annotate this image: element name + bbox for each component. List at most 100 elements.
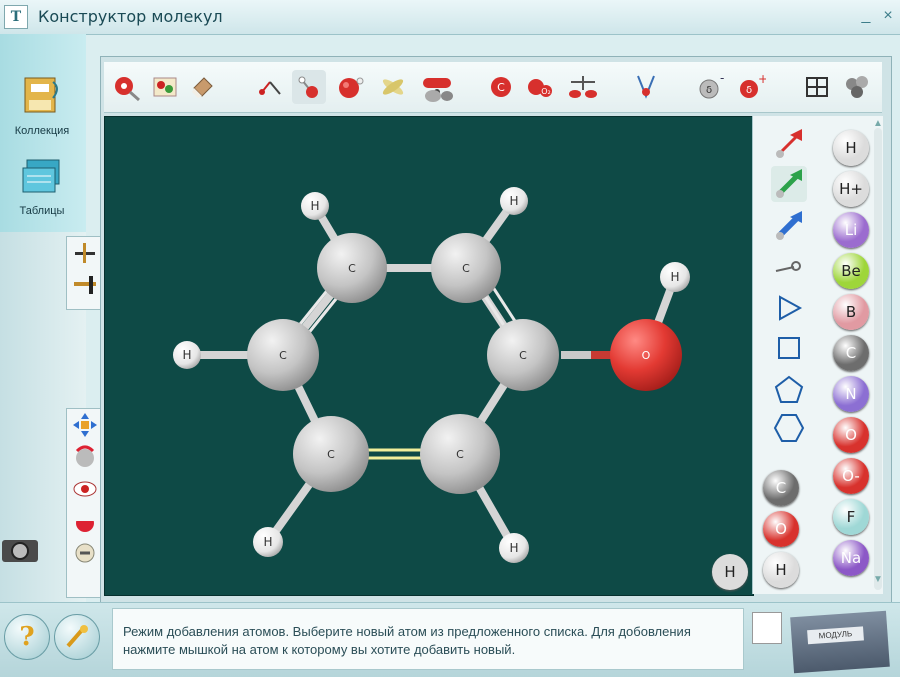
palette-atom-2[interactable]: Li bbox=[833, 212, 869, 248]
palette-atom-5[interactable]: C bbox=[833, 335, 869, 371]
ball-view-button[interactable] bbox=[67, 269, 103, 301]
sidebar-item-label: Таблицы bbox=[19, 205, 65, 217]
atom-symbol: B bbox=[845, 303, 857, 321]
triangle-ring-tool[interactable] bbox=[771, 290, 807, 326]
palette-atom-10[interactable]: Na bbox=[833, 540, 869, 576]
carbon-atom-button[interactable]: C bbox=[484, 70, 518, 104]
charge-minus-button[interactable]: δ- bbox=[694, 70, 728, 104]
bond-angle-icon bbox=[259, 81, 281, 95]
scroll-down-arrow[interactable]: ▼ bbox=[872, 574, 884, 586]
hexagon-ring-tool[interactable] bbox=[771, 410, 807, 446]
recent-atom-1[interactable]: O bbox=[763, 511, 799, 547]
move-button[interactable] bbox=[67, 409, 103, 441]
clear-tool-button[interactable] bbox=[148, 70, 182, 104]
minimize-button[interactable]: _ bbox=[856, 6, 876, 26]
palette-scrollbar[interactable] bbox=[874, 128, 882, 590]
svg-text:δ: δ bbox=[746, 85, 752, 96]
square-ring-tool[interactable] bbox=[771, 330, 807, 366]
atom-label: H bbox=[670, 270, 679, 284]
charge-minus-icon: δ- bbox=[699, 72, 724, 99]
notes-icon[interactable] bbox=[752, 612, 782, 644]
atom-label: H bbox=[263, 535, 272, 549]
collection-icon bbox=[24, 77, 58, 113]
help-button[interactable]: ? bbox=[4, 614, 50, 660]
atom-palette-panel: C O H H H+ Li Be B C N O O- F Na ▲ ▼ bbox=[752, 116, 883, 594]
atom-label: C bbox=[462, 262, 470, 275]
single-bond-icon bbox=[298, 76, 318, 98]
camera-icon[interactable] bbox=[0, 528, 40, 572]
eraser-tool-button[interactable] bbox=[186, 70, 220, 104]
pointer-red-icon bbox=[776, 129, 802, 158]
palette-atom-8[interactable]: O- bbox=[833, 458, 869, 494]
sidebar-item-label: Коллекция bbox=[14, 125, 70, 137]
atom-label: H bbox=[182, 348, 191, 362]
half-sphere-button[interactable] bbox=[67, 505, 103, 537]
atom-sphere-button[interactable] bbox=[332, 70, 366, 104]
single-bond-button[interactable] bbox=[292, 70, 326, 104]
scroll-up-arrow[interactable]: ▲ bbox=[872, 118, 884, 130]
recent-atom-0[interactable]: C bbox=[763, 470, 799, 506]
bond-link-tool[interactable] bbox=[771, 250, 807, 286]
hint-button[interactable] bbox=[54, 614, 100, 660]
status-panel: Режим добавления атомов. Выберите новый … bbox=[112, 608, 744, 670]
add-atom-red-tool[interactable] bbox=[771, 126, 807, 162]
tables-icon bbox=[22, 159, 60, 193]
main-toolbar: C O₂ δ- δ + bbox=[104, 62, 882, 113]
pointer-blue-icon bbox=[776, 211, 802, 240]
zoom-button[interactable] bbox=[67, 537, 103, 569]
close-button[interactable]: × bbox=[878, 6, 898, 26]
beaker-icon bbox=[637, 75, 655, 99]
palette-atom-9[interactable]: F bbox=[833, 499, 869, 535]
atom-symbol: C bbox=[845, 344, 857, 362]
module-book-label: МОДУЛЬ bbox=[807, 626, 864, 645]
palette-atom-0[interactable]: H bbox=[833, 130, 869, 166]
square-icon bbox=[778, 337, 800, 359]
palette-atom-7[interactable]: O bbox=[833, 417, 869, 453]
stick-view-button[interactable] bbox=[67, 237, 103, 269]
bond-angle-button[interactable] bbox=[254, 70, 288, 104]
palette-atom-4[interactable]: B bbox=[833, 294, 869, 330]
ozone-button[interactable]: O₂ bbox=[524, 70, 558, 104]
rotate-tool-button[interactable] bbox=[376, 70, 410, 104]
pentagon-ring-tool[interactable] bbox=[771, 372, 807, 408]
lattice-button[interactable] bbox=[800, 70, 834, 104]
atom-symbol: F bbox=[846, 508, 856, 526]
svg-text:+: + bbox=[758, 72, 766, 86]
atom-symbol: Li bbox=[844, 221, 858, 239]
atom-label: C bbox=[327, 448, 335, 461]
rotate-button[interactable] bbox=[67, 441, 103, 473]
atom-symbol: O- bbox=[842, 467, 860, 485]
clear-tool-icon bbox=[153, 77, 177, 97]
select-tool-button[interactable] bbox=[110, 70, 144, 104]
sidebar-item-collection[interactable]: Коллекция bbox=[4, 74, 80, 137]
hexagon-icon bbox=[773, 414, 805, 442]
balance-button[interactable] bbox=[566, 70, 600, 104]
palette-atom-3[interactable]: Be bbox=[833, 253, 869, 289]
molecule-3d-button[interactable] bbox=[840, 70, 874, 104]
electron-cloud-icon bbox=[425, 90, 453, 102]
add-atom-blue-tool[interactable] bbox=[771, 208, 807, 244]
add-atom-green-tool[interactable] bbox=[771, 166, 807, 202]
electron-cloud-button[interactable] bbox=[422, 86, 456, 106]
recent-atom-2[interactable]: H bbox=[763, 552, 799, 588]
sidebar-item-tables[interactable]: Таблицы bbox=[4, 154, 80, 217]
lattice-icon bbox=[806, 77, 828, 97]
atom-label: H bbox=[509, 541, 518, 555]
carbon-atoms bbox=[247, 233, 559, 494]
molecule-canvas[interactable]: C C C C C C O H H H H H H bbox=[104, 116, 754, 596]
view-eye-button[interactable] bbox=[67, 473, 103, 505]
rotate-sphere-icon bbox=[75, 445, 95, 467]
svg-text:O₂: O₂ bbox=[541, 87, 551, 96]
beaker-button[interactable] bbox=[630, 70, 664, 104]
ozone-icon: O₂ bbox=[528, 79, 552, 97]
navigation-tools bbox=[66, 408, 104, 598]
module-book[interactable]: МОДУЛЬ bbox=[790, 610, 890, 674]
palette-atom-1[interactable]: H+ bbox=[833, 171, 869, 207]
svg-text:C: C bbox=[497, 81, 505, 94]
left-sidebar: Коллекция Таблицы bbox=[0, 34, 86, 232]
charge-plus-button[interactable]: δ + bbox=[734, 70, 768, 104]
hint-wand-icon bbox=[66, 625, 88, 648]
bond-link-icon bbox=[775, 261, 801, 272]
atom-label: C bbox=[279, 349, 287, 362]
palette-atom-6[interactable]: N bbox=[833, 376, 869, 412]
